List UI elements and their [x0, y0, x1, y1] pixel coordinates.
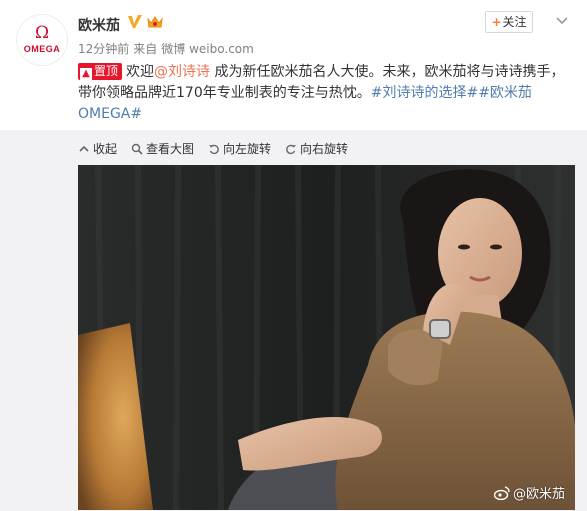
post-time[interactable]: 12分钟前 — [78, 42, 129, 56]
media-panel: 收起 查看大图 向左旋转 向右旋转 @欧米茄 — [0, 130, 587, 511]
rotate-left-icon — [209, 144, 219, 154]
rotate-right-icon — [286, 144, 297, 154]
pinned-label: 置顶 — [94, 64, 119, 78]
mention-link[interactable]: @刘诗诗 — [154, 64, 210, 80]
verified-icon[interactable] — [127, 14, 143, 30]
zoom-icon — [131, 143, 143, 155]
topic-link[interactable]: #刘诗诗的选择# — [371, 85, 478, 101]
weibo-card: Ω OMEGA 欧米茄 12分钟前 来自 微博 weibo.com +关注 ▲ 置顶欢… — [0, 0, 587, 511]
rotate-right-button[interactable]: 向右旋转 — [285, 140, 348, 157]
chevron-down-icon[interactable] — [555, 16, 569, 26]
avatar[interactable]: Ω OMEGA — [16, 14, 68, 66]
post-text-start: 欢迎 — [126, 64, 155, 80]
watermark-text: @欧米茄 — [512, 487, 565, 502]
photo-watermark: @欧米茄 — [493, 483, 565, 502]
post-source[interactable]: 微博 weibo.com — [161, 42, 254, 56]
rotate-left-label: 向左旋转 — [223, 142, 272, 156]
omega-logo-text: OMEGA — [23, 44, 61, 54]
source-prefix: 来自 — [133, 42, 158, 56]
media-toolbar: 收起 查看大图 向左旋转 向右旋转 — [78, 140, 362, 157]
post-photo[interactable]: @欧米茄 — [78, 165, 575, 510]
rotate-left-button[interactable]: 向左旋转 — [208, 140, 271, 157]
follow-label: 关注 — [502, 15, 527, 29]
post-text: ▲ 置顶 欢迎@刘诗诗 成为新任欧米茄名人大使。未来，欧米茄将与诗诗携手，带你领略品… — [78, 62, 578, 125]
portrait-photo — [78, 165, 575, 510]
collapse-label: 收起 — [93, 142, 118, 156]
collapse-button[interactable]: 收起 — [78, 140, 117, 157]
weibo-logo-icon — [493, 485, 510, 500]
view-large-button[interactable]: 查看大图 — [131, 140, 194, 157]
collapse-icon — [79, 145, 89, 152]
omega-logo-icon: Ω — [34, 23, 50, 43]
post-meta: 12分钟前 来自 微博 weibo.com — [78, 40, 258, 57]
follow-button[interactable]: +关注 — [485, 11, 533, 33]
rotate-right-label: 向右旋转 — [300, 142, 349, 156]
pinned-badge: ▲ 置顶 — [78, 63, 123, 80]
vip-crown-icon[interactable] — [146, 14, 164, 30]
view-large-label: 查看大图 — [146, 142, 195, 156]
user-name[interactable]: 欧米茄 — [78, 15, 120, 35]
plus-icon: + — [491, 15, 502, 29]
up-arrow-icon: ▲ — [80, 68, 92, 80]
